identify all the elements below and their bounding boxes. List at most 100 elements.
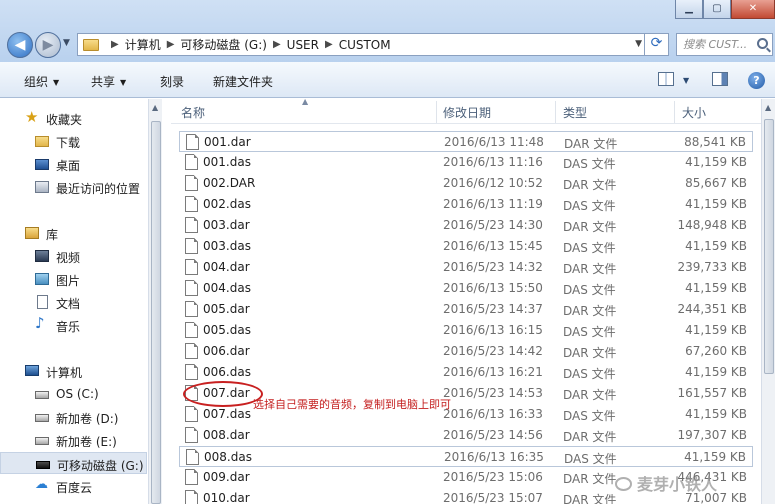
nav-item-recent-places[interactable]: 最近访问的位置: [0, 176, 147, 198]
nav-label: 收藏夹: [46, 113, 83, 127]
breadcrumb-computer[interactable]: 计算机: [125, 36, 161, 53]
column-header-type[interactable]: 类型: [563, 104, 587, 121]
breadcrumb-custom[interactable]: CUSTOM: [339, 38, 391, 52]
refresh-icon[interactable]: ⟳: [644, 33, 668, 56]
dropdown-arrow-icon: ▼: [53, 78, 60, 87]
file-row[interactable]: 002.das 2016/6/13 11:19 DAS 文件 41,159 KB: [179, 194, 753, 215]
scroll-up-icon[interactable]: ▲: [152, 103, 158, 112]
file-date: 2016/5/23 15:07: [443, 491, 543, 504]
new-folder-button[interactable]: 新建文件夹: [213, 73, 273, 90]
breadcrumb-user[interactable]: USER: [287, 38, 319, 52]
file-row[interactable]: 001.dar 2016/6/13 11:48 DAR 文件 88,541 KB: [179, 131, 753, 152]
file-row[interactable]: 003.das 2016/6/13 15:45 DAS 文件 41,159 KB: [179, 236, 753, 257]
file-name: 006.das: [203, 365, 251, 379]
file-name: 003.das: [203, 239, 251, 253]
nav-item-libraries[interactable]: 库: [0, 222, 147, 244]
column-header-date[interactable]: 修改日期: [443, 104, 491, 121]
file-size: 41,159 KB: [685, 155, 747, 169]
file-row[interactable]: 004.dar 2016/5/23 14:32 DAR 文件 239,733 KB: [179, 257, 753, 278]
file-size: 85,667 KB: [685, 176, 747, 190]
scrollbar-thumb[interactable]: [764, 119, 774, 374]
file-row[interactable]: 003.dar 2016/5/23 14:30 DAR 文件 148,948 KB: [179, 215, 753, 236]
library-icon: [25, 227, 39, 239]
file-list-scrollbar[interactable]: ▲: [761, 99, 775, 504]
column-divider[interactable]: [555, 101, 556, 123]
nav-item-desktop[interactable]: 桌面: [0, 153, 147, 175]
nav-item-drive-c[interactable]: OS (C:): [0, 383, 147, 405]
file-row[interactable]: 004.das 2016/6/13 15:50 DAS 文件 41,159 KB: [179, 278, 753, 299]
breadcrumb-removable-disk[interactable]: 可移动磁盘 (G:): [180, 36, 267, 53]
file-name: 010.dar: [203, 491, 250, 504]
nav-item-music[interactable]: ♪ 音乐: [0, 314, 147, 336]
nav-item-drive-g[interactable]: 可移动磁盘 (G:): [0, 452, 147, 474]
nav-item-videos[interactable]: 视频: [0, 245, 147, 267]
nav-item-pictures[interactable]: 图片: [0, 268, 147, 290]
change-view-icon[interactable]: [658, 72, 674, 86]
file-row[interactable]: 005.das 2016/6/13 16:15 DAS 文件 41,159 KB: [179, 320, 753, 341]
pane-splitter[interactable]: [163, 99, 171, 504]
nav-item-downloads[interactable]: 下载: [0, 130, 147, 152]
file-row[interactable]: 002.DAR 2016/6/12 10:52 DAR 文件 85,667 KB: [179, 173, 753, 194]
scroll-up-icon[interactable]: ▲: [765, 103, 771, 112]
file-name: 005.das: [203, 323, 251, 337]
close-button[interactable]: ✕: [731, 0, 775, 19]
search-input[interactable]: 搜索 CUST...: [676, 33, 773, 56]
file-icon: [185, 217, 198, 233]
chevron-right-icon[interactable]: ▶: [325, 39, 333, 50]
nav-item-baidu-cloud[interactable]: ☁ 百度云: [0, 475, 147, 497]
file-date: 2016/6/13 15:50: [443, 281, 543, 295]
file-name: 009.dar: [203, 470, 250, 484]
share-menu[interactable]: 共享 ▼: [91, 73, 126, 90]
recent-places-icon: [35, 181, 49, 193]
file-icon: [185, 301, 198, 317]
minimize-button[interactable]: ▁: [675, 0, 703, 19]
column-divider[interactable]: [674, 101, 675, 123]
file-icon: [185, 259, 198, 275]
navigation-scrollbar[interactable]: ▲: [148, 99, 162, 504]
view-options-dropdown-icon[interactable]: ▼: [683, 76, 689, 92]
file-row[interactable]: 008.dar 2016/5/23 14:56 DAR 文件 197,307 KB: [179, 425, 753, 446]
nav-item-documents[interactable]: 文档: [0, 291, 147, 313]
music-note-icon: ♪: [35, 314, 45, 332]
nav-item-drive-e[interactable]: 新加卷 (E:): [0, 429, 147, 451]
file-row[interactable]: 001.das 2016/6/13 11:16 DAS 文件 41,159 KB: [179, 152, 753, 173]
maximize-button[interactable]: ▢: [703, 0, 731, 19]
file-row[interactable]: 006.das 2016/6/13 16:21 DAS 文件 41,159 KB: [179, 362, 753, 383]
file-row[interactable]: 006.dar 2016/5/23 14:42 DAR 文件 67,260 KB: [179, 341, 753, 362]
file-type: DAS 文件: [564, 452, 617, 466]
chevron-right-icon[interactable]: ▶: [273, 39, 281, 50]
help-icon[interactable]: ?: [748, 72, 765, 89]
organize-menu[interactable]: 组织 ▼: [24, 73, 59, 90]
nav-item-favorites[interactable]: ★ 收藏夹: [0, 107, 147, 129]
nav-item-drive-d[interactable]: 新加卷 (D:): [0, 406, 147, 428]
file-date: 2016/6/13 16:21: [443, 365, 543, 379]
column-header-name[interactable]: 名称: [181, 104, 205, 121]
file-row[interactable]: 005.dar 2016/5/23 14:37 DAR 文件 244,351 KB: [179, 299, 753, 320]
preview-pane-icon[interactable]: [712, 72, 728, 86]
document-icon: [37, 295, 48, 309]
forward-button[interactable]: ▶: [35, 32, 61, 58]
file-size: 41,159 KB: [685, 323, 747, 337]
recent-pages-dropdown-icon[interactable]: ▼: [63, 38, 70, 48]
file-row[interactable]: 008.das 2016/6/13 16:35 DAS 文件 41,159 KB: [179, 446, 753, 467]
file-size: 41,159 KB: [685, 239, 747, 253]
nav-label: 文档: [56, 297, 81, 311]
column-header-size[interactable]: 大小: [682, 104, 706, 121]
chevron-right-icon[interactable]: ▶: [111, 39, 119, 50]
column-divider[interactable]: [436, 101, 437, 123]
chevron-right-icon[interactable]: ▶: [167, 39, 175, 50]
scrollbar-thumb[interactable]: [151, 121, 161, 504]
address-dropdown-icon[interactable]: ▼: [635, 39, 642, 49]
file-icon: [185, 490, 198, 504]
desktop-icon: [35, 159, 49, 170]
computer-icon: [25, 365, 39, 376]
hard-drive-icon: [35, 391, 49, 399]
nav-item-computer[interactable]: 计算机: [0, 360, 147, 382]
address-bar[interactable]: ▶ 计算机 ▶ 可移动磁盘 (G:) ▶ USER ▶ CUSTOM ▼ ⟳: [77, 33, 669, 56]
search-icon[interactable]: [757, 38, 768, 49]
back-button[interactable]: ◀: [7, 32, 33, 58]
file-size: 41,159 KB: [684, 450, 746, 464]
burn-button[interactable]: 刻录: [160, 73, 184, 90]
organize-label: 组织: [24, 75, 49, 89]
star-icon: ★: [25, 108, 39, 126]
